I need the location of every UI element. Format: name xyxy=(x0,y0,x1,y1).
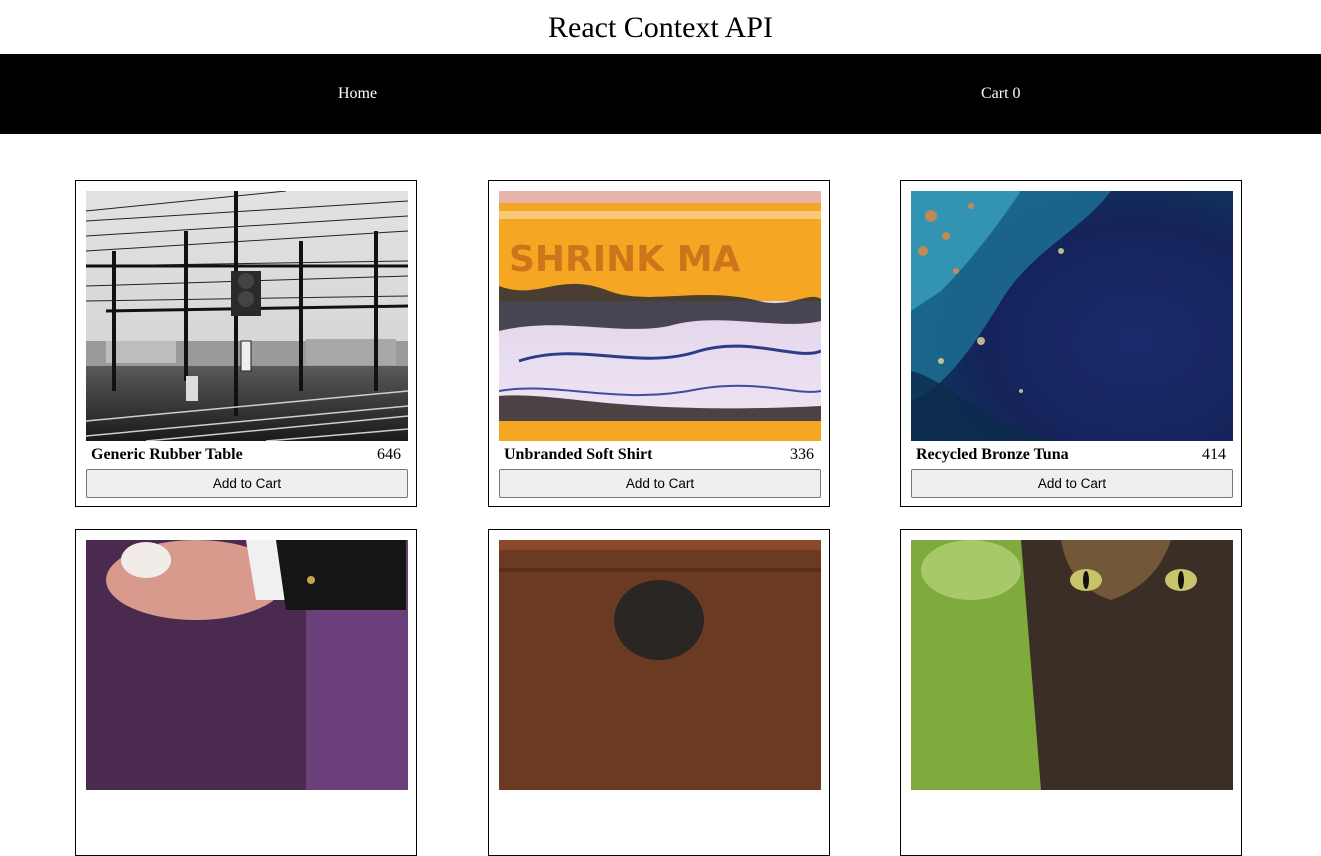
product-price: 646 xyxy=(377,446,401,463)
product-image xyxy=(911,191,1233,441)
product-card xyxy=(900,529,1242,856)
add-to-cart-button[interactable]: Add to Cart xyxy=(499,469,821,498)
add-to-cart-button[interactable]: Add to Cart xyxy=(86,469,408,498)
product-card xyxy=(488,529,830,856)
cart-count: 0 xyxy=(1012,85,1021,102)
product-image: SHRINK MA xyxy=(499,191,821,441)
product-price: 414 xyxy=(1202,446,1226,463)
nav-cart-link[interactable]: Cart 0 xyxy=(981,83,1021,105)
navbar: Home Cart 0 xyxy=(0,54,1321,134)
app-title: React Context API xyxy=(548,11,773,44)
product-card: SHRINK MA Unbranded Soft Shirt 336 Add t… xyxy=(488,180,830,507)
product-card: Recycled Bronze Tuna 414 Add to Cart xyxy=(900,180,1242,507)
nav-home-link[interactable]: Home xyxy=(338,83,377,105)
product-name: Generic Rubber Table xyxy=(91,446,243,463)
product-name: Recycled Bronze Tuna xyxy=(916,446,1069,463)
product-image xyxy=(86,191,408,441)
product-image xyxy=(86,540,408,790)
product-image xyxy=(499,540,821,790)
cart-label: Cart xyxy=(981,85,1009,102)
product-image xyxy=(911,540,1233,790)
svg-text:SHRINK MA: SHRINK MA xyxy=(509,239,741,280)
add-to-cart-button[interactable]: Add to Cart xyxy=(911,469,1233,498)
product-card xyxy=(75,529,417,856)
product-name: Unbranded Soft Shirt xyxy=(504,446,653,463)
product-card: Generic Rubber Table 646 Add to Cart xyxy=(75,180,417,507)
product-price: 336 xyxy=(790,446,814,463)
